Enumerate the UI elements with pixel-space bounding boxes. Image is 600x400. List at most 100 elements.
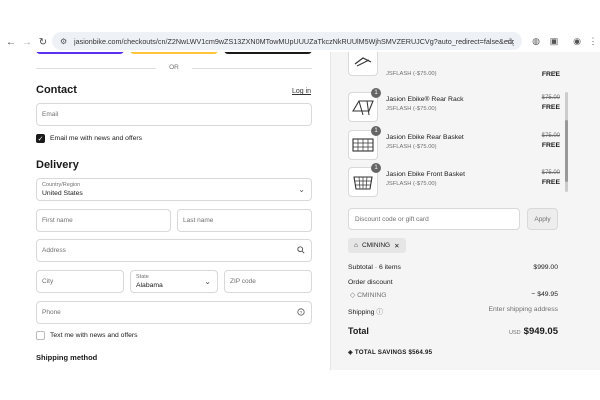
help-circle-icon[interactable]: ? [297,308,305,316]
product-thumbnail: 1 [348,88,381,122]
help-circle-icon[interactable]: ⓘ [376,309,383,316]
subtotal-value: $999.00 [533,264,558,271]
text-news-checkbox[interactable] [36,331,45,340]
order-discount-value: − $49.95 [531,291,558,298]
first-name-field[interactable]: First name [36,209,171,232]
forward-arrow-icon[interactable]: → [20,35,34,49]
delivery-heading: Delivery [36,159,79,171]
state-label: State [136,274,149,280]
remove-code-icon[interactable]: ✕ [394,242,399,250]
item-original-price: $75.00 [541,170,560,176]
cart-item: 1 Jasion Ebike Front Basket JSFLASH (-$7… [348,163,560,199]
shipping-method-heading: Shipping method [36,353,98,362]
phone-placeholder: Phone [42,309,61,316]
shipping-value: Enter shipping address [488,306,558,313]
last-name-placeholder: Last name [183,217,214,224]
country-label: Country/Region [42,182,81,188]
zip-field[interactable]: ZIP code [224,270,312,293]
cart-item: JSFLASH (-$75.00) FREE [348,52,560,92]
browser-menu-icon[interactable]: ⋮ [587,35,599,47]
chevron-down-icon: ⌄ [204,277,211,286]
reload-icon[interactable]: ↻ [36,35,50,49]
email-placeholder: Email [42,111,59,118]
shop-pay-button[interactable] [36,52,124,54]
city-placeholder: City [42,278,54,285]
item-price: FREE [541,104,560,111]
order-discount-code: ◇ CMINING [350,291,387,299]
subtotal-label: Subtotal · 6 items [348,264,401,271]
contact-heading: Contact [36,84,77,96]
total-label: Total [348,326,369,336]
gpay-button[interactable] [224,52,312,54]
product-thumbnail: 1 [348,163,381,197]
phone-field[interactable]: Phone ? [36,301,312,324]
cart-item: 1 Jasion Ebike® Rear Rack JSFLASH (-$75.… [348,88,560,124]
shipping-row: Shipping ⓘ [348,306,383,316]
site-info-icon[interactable]: ⚙ [60,36,70,46]
login-link[interactable]: Log in [292,88,311,95]
item-original-price: $75.00 [541,95,560,101]
chevron-down-icon: ⌄ [298,185,305,194]
url-text: jasionbike.com/checkouts/cn/Z2NwLWV1cm9w… [74,36,514,46]
country-value: United States [42,190,83,197]
state-value: Alabama [136,282,163,289]
first-name-placeholder: First name [42,217,73,224]
profile-avatar-icon[interactable]: ◉ [571,35,583,47]
back-arrow-icon[interactable]: ← [4,35,18,49]
extensions-puzzle-icon[interactable]: ▣ [548,35,560,47]
bike-part-icon [354,57,372,67]
order-discount-label: Order discount [348,279,393,286]
browser-toolbar: ← → ↻ ⚙ jasionbike.com/checkouts/cn/Z2Nw… [0,0,600,50]
total-value: $949.05 [523,326,558,337]
address-placeholder: Address [42,247,66,254]
checkout-form: OR Contact Log in Email ✓ Email me with … [0,52,330,370]
item-discount: JSFLASH (-$75.00) [386,144,437,150]
item-name: Jasion Ebike Front Basket [386,171,465,178]
svg-text:?: ? [300,310,303,316]
discount-code-input[interactable]: Discount code or gift card [348,208,520,230]
item-price: FREE [541,179,560,186]
quantity-badge: 1 [371,126,381,136]
savings-tag-icon: ◈ [348,349,353,356]
item-discount: JSFLASH (-$75.00) [386,71,437,77]
item-price: FREE [541,142,560,149]
savings-label: TOTAL SAVINGS [354,349,407,356]
state-select[interactable]: State Alabama ⌄ [130,270,218,293]
savings-value: $564.95 [408,349,433,356]
search-icon [297,246,305,254]
item-discount: JSFLASH (-$75.00) [386,106,437,112]
tag-icon: ◇ [350,292,356,299]
country-select[interactable]: Country/Region United States ⌄ [36,178,312,201]
cart-item: 1 Jasion Ebike Rear Basket JSFLASH (-$75… [348,126,560,162]
email-news-checkbox[interactable]: ✓ [36,134,45,143]
paypal-button[interactable] [130,52,218,54]
cart-scrollbar-thumb[interactable] [565,120,568,182]
applied-code: CMINING [361,242,391,249]
item-name: Jasion Ebike Rear Basket [386,134,464,141]
product-thumbnail [348,52,378,76]
item-original-price: $75.00 [541,133,560,139]
total-amount: USD $949.05 [509,326,558,337]
total-currency: USD [509,330,521,336]
last-name-field[interactable]: Last name [177,209,312,232]
email-field[interactable]: Email [36,103,312,126]
text-news-label: Text me with news and offers [50,332,138,339]
quantity-badge: 1 [371,88,381,98]
zip-placeholder: ZIP code [230,278,256,285]
quantity-badge: 1 [371,163,381,173]
applied-discount-chip: ⌂ CMINING ✕ [348,238,406,253]
item-name: Jasion Ebike® Rear Rack [386,96,464,103]
city-field[interactable]: City [36,270,124,293]
email-news-label: Email me with news and offers [50,135,143,142]
apply-button[interactable]: Apply [527,208,558,230]
bookmark-star-icon[interactable]: ☆ [504,35,516,47]
address-field[interactable]: Address [36,239,312,262]
product-thumbnail: 1 [348,126,381,160]
total-savings: ◈ TOTAL SAVINGS $564.95 [348,349,432,356]
address-bar[interactable]: ⚙ jasionbike.com/checkouts/cn/Z2NwLWV1cm… [52,32,522,50]
order-discount-code-text: CMINING [357,292,387,299]
shipping-label: Shipping [348,309,375,316]
extension-shield-icon[interactable]: ◍ [530,35,542,47]
chevron-up-icon[interactable]: ⌃ [553,71,558,78]
divider-right [192,68,312,69]
